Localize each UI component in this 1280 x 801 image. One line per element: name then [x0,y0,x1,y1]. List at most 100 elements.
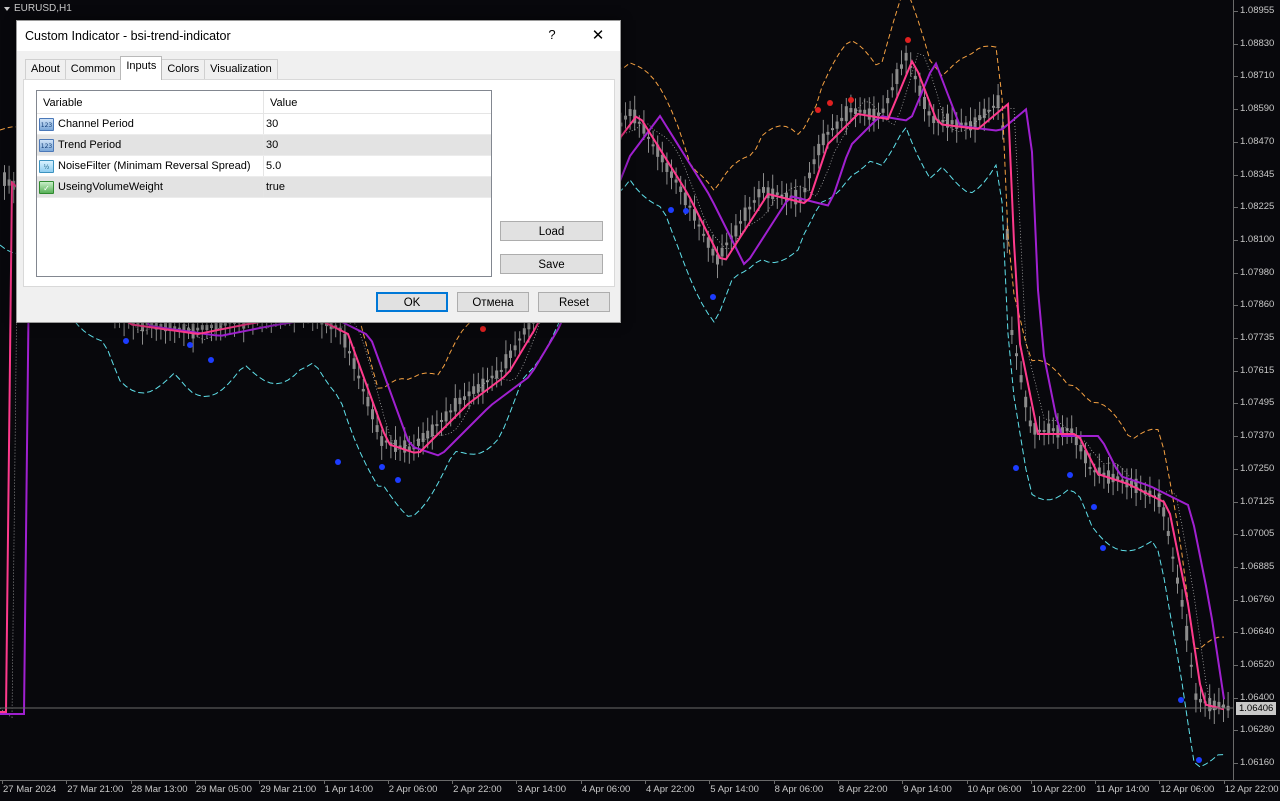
help-icon[interactable]: ? [544,27,560,42]
price-tick [1234,501,1238,503]
candle-body [821,133,825,146]
boolean-type-icon: ✓ [39,180,54,194]
candle-body [817,143,821,156]
time-axis[interactable]: 27 Mar 2024 27 Mar 21:00 28 Mar 13:00 29 Ma… [0,780,1280,801]
candle-body [453,398,457,412]
candle-body [210,324,213,328]
cancel-button[interactable]: Отмена [457,292,529,312]
time-label: 5 Apr 14:00 [710,784,759,795]
integer-type-icon: 123 [39,117,54,131]
candle-body [348,351,351,354]
dialog-titlebar[interactable]: Custom Indicator - bsi-trend-indicator ?… [17,21,620,51]
candle-body [872,108,876,122]
candle-body [513,345,517,351]
candle-body [725,242,729,246]
price-label: 1.08100 [1240,233,1275,245]
grid-row-noise-filter[interactable]: ½ NoiseFilter (Minimam Reversal Spread) 5… [37,156,491,177]
column-header-variable[interactable]: Variable [37,91,264,113]
value-cell[interactable]: 30 [264,114,491,134]
candle-body [1180,600,1184,607]
candle-body [826,131,830,135]
price-label: 1.08710 [1240,70,1275,82]
save-button[interactable]: Save [500,254,603,274]
price-tick [1234,305,1238,307]
tab-inputs[interactable]: Inputs [120,56,163,80]
candle-body [1166,531,1170,536]
candle-body [996,95,1000,108]
reversal-down-dot [335,459,341,465]
candle-body [495,370,499,379]
candle-body [752,200,756,203]
price-label: 1.07495 [1240,397,1275,409]
reversal-down-dot [187,342,193,348]
price-axis[interactable]: 1.06406 1.08955 1.08830 1.08710 1.08590 1.08… [1233,0,1280,780]
price-tick [1234,468,1238,470]
candle-body [430,424,434,437]
tab-bar: About Common Inputs Colors Visualization [25,56,278,80]
reset-button[interactable]: Reset [538,292,610,312]
price-label: 1.08225 [1240,201,1275,213]
reversal-down-dot [1100,545,1106,551]
candle-body [1019,375,1023,383]
time-label: 29 Mar 21:00 [260,784,317,795]
time-label: 27 Mar 2024 [3,784,57,795]
load-button[interactable]: Load [500,221,603,241]
price-label: 1.07370 [1240,430,1275,442]
candle-body [1010,330,1014,335]
candle-body [651,144,655,147]
price-label: 1.08590 [1240,103,1275,115]
value-cell[interactable]: 5.0 [264,156,491,176]
variable-name: Channel Period [58,118,134,130]
candle-body [1065,428,1069,432]
candle-body [1051,428,1055,432]
candle-body [150,322,154,326]
price-tick [1234,207,1238,209]
candle-body [1176,577,1179,584]
dialog-title: Custom Indicator - bsi-trend-indicator [25,29,231,43]
candle-body [1194,693,1198,700]
reversal-down-dot [1091,504,1097,510]
tab-common[interactable]: Common [64,59,122,80]
time-label: 2 Apr 06:00 [388,784,438,795]
candle-body [440,419,443,422]
candle-body [941,119,945,123]
tab-about[interactable]: About [25,59,66,80]
reversal-up-dot [827,100,833,106]
candle-body [1015,353,1018,357]
time-label: 1 Apr 14:00 [324,784,374,795]
price-tick [1234,599,1238,601]
candle-body [1088,466,1092,469]
candle-body [844,106,848,122]
candle-body [863,109,867,114]
reversal-up-dot [480,326,486,332]
grid-row-volume-weight[interactable]: ✓ UseingVolumeWeight true [37,177,491,198]
candle-body [711,248,715,256]
column-header-value[interactable]: Value [264,91,491,113]
price-tick [1234,76,1238,78]
price-label: 1.06885 [1240,560,1275,572]
tab-colors[interactable]: Colors [161,59,206,80]
candle-body [688,205,692,208]
price-label: 1.08830 [1240,37,1275,49]
time-label: 10 Apr 22:00 [1031,784,1086,795]
candle-body [628,109,632,117]
candle-body [7,179,11,186]
price-tick [1234,272,1238,274]
value-cell[interactable]: true [264,177,491,197]
price-tick [1234,534,1238,536]
grid-header: Variable Value [37,91,491,114]
symbol-dropdown-icon[interactable] [4,6,10,11]
grid-row-trend-period[interactable]: 123 Trend Period 30 [37,135,491,156]
close-icon[interactable]: ✕ [590,26,606,44]
candle-body [463,396,466,400]
value-cell[interactable]: 30 [264,135,491,155]
ok-button[interactable]: OK [376,292,448,312]
tab-visualization[interactable]: Visualization [204,59,278,80]
price-tick [1234,436,1238,438]
grid-row-channel-period[interactable]: 123 Channel Period 30 [37,114,491,135]
time-label: 28 Mar 13:00 [131,784,188,795]
price-label: 1.07735 [1240,332,1275,343]
candle-body [1222,704,1225,709]
candle-body [196,327,200,331]
candle-body [904,52,908,61]
